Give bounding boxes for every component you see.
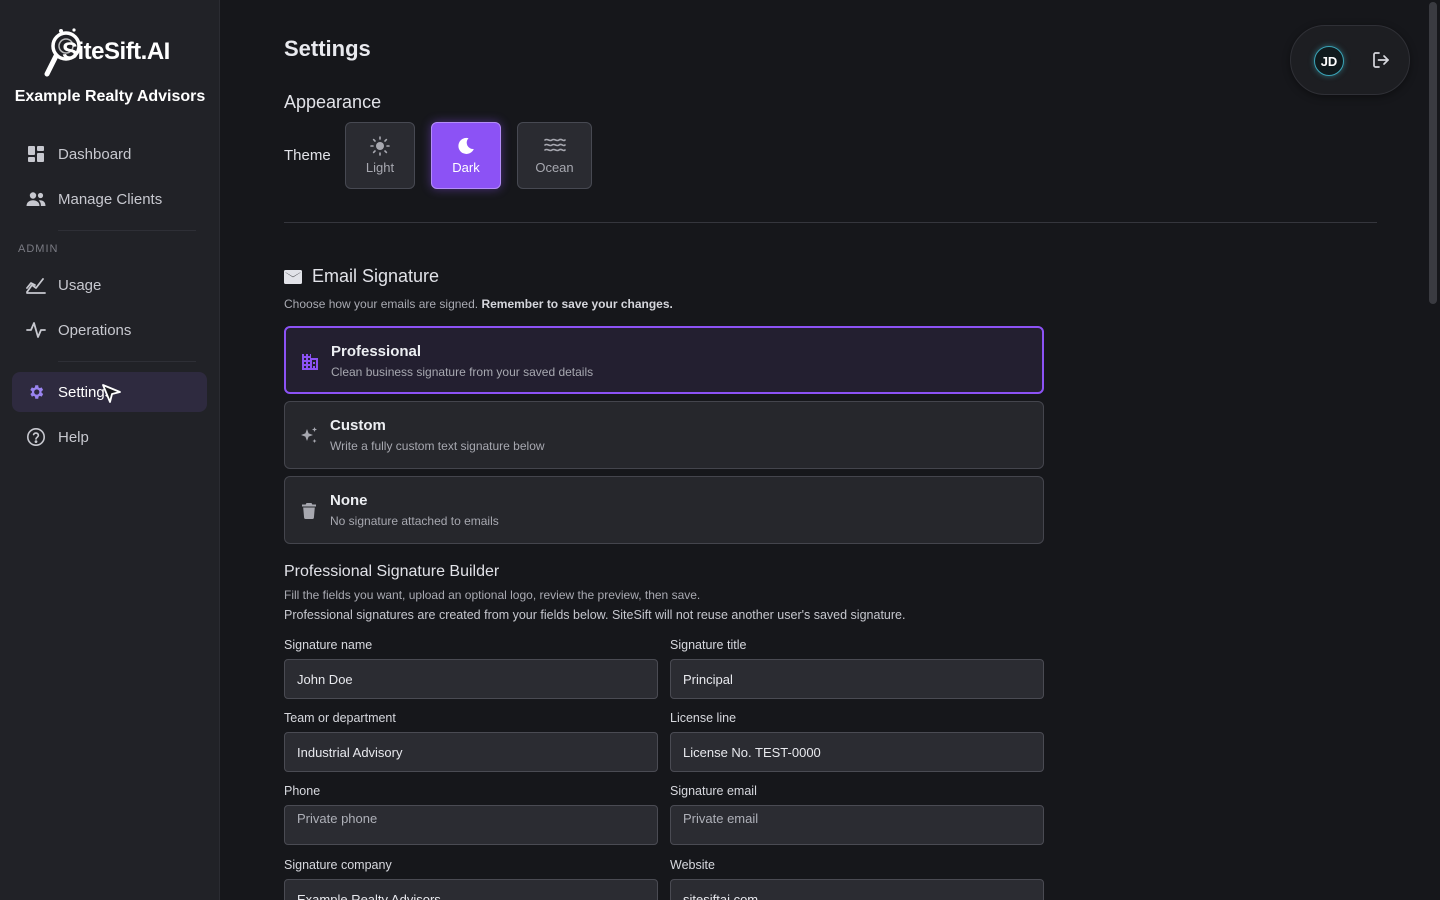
activity-icon	[26, 320, 46, 340]
logo-text: SiteSift.AI	[62, 38, 170, 65]
license-input[interactable]	[670, 732, 1044, 772]
signature-option-professional[interactable]: Professional Clean business signature fr…	[284, 326, 1044, 394]
team-label: Team or department	[284, 711, 396, 725]
people-icon	[26, 189, 46, 209]
team-input[interactable]	[284, 732, 658, 772]
sidebar-item-usage[interactable]: Usage	[12, 265, 207, 305]
gear-icon	[26, 382, 46, 402]
organization-name: Example Realty Advisors	[14, 88, 206, 105]
trash-icon	[299, 501, 319, 521]
sidebar-item-label: Manage Clients	[58, 190, 163, 208]
signature-name-label: Signature name	[284, 638, 373, 652]
company-input[interactable]	[284, 879, 658, 900]
email-signature-heading: Email Signature	[284, 266, 439, 287]
signature-option-none[interactable]: None No signature attached to emails	[284, 476, 1044, 544]
usage-chart-icon	[26, 275, 46, 295]
theme-light-button[interactable]: Light	[345, 122, 415, 189]
signature-email-label: Signature email	[670, 784, 757, 798]
sidebar-item-manage-clients[interactable]: Manage Clients	[12, 179, 207, 219]
sidebar-item-label: Dashboard	[58, 145, 132, 163]
signature-title-label: Signature title	[670, 638, 747, 652]
option-description: Clean business signature from your saved…	[331, 365, 594, 379]
builder-note: Professional signatures are created from…	[284, 608, 906, 622]
email-signature-title: Email Signature	[312, 266, 440, 286]
dashboard-icon	[26, 144, 46, 164]
sun-icon	[370, 136, 390, 156]
theme-label: Theme	[284, 147, 331, 164]
builder-title: Professional Signature Builder	[284, 563, 500, 580]
mouse-cursor-icon	[102, 384, 121, 403]
theme-light-label: Light	[365, 160, 395, 175]
sidebar-item-label: Usage	[58, 276, 102, 294]
nav-divider	[58, 230, 196, 231]
company-label: Signature company	[284, 858, 392, 872]
logout-icon[interactable]	[1371, 50, 1391, 70]
sidebar: SiteSift.AI Example Realty Advisors Dash…	[0, 0, 220, 900]
sparkles-icon	[299, 426, 319, 446]
signature-name-input[interactable]	[284, 659, 658, 699]
appearance-heading: Appearance	[284, 92, 382, 112]
brand-logo[interactable]: SiteSift.AI	[44, 26, 184, 80]
signature-option-custom[interactable]: Custom Write a fully custom text signatu…	[284, 401, 1044, 469]
help-circle-icon	[26, 427, 46, 447]
signature-title-input[interactable]	[670, 659, 1044, 699]
signature-email-input[interactable]	[670, 805, 1044, 845]
theme-ocean-label: Ocean	[535, 160, 574, 175]
website-label: Website	[670, 858, 715, 872]
email-signature-description: Choose how your emails are signed. Remem…	[284, 297, 673, 311]
sidebar-item-help[interactable]: Help	[12, 417, 207, 457]
option-title: Professional	[331, 343, 422, 360]
theme-ocean-button[interactable]: Ocean	[517, 122, 592, 189]
mail-icon	[284, 269, 302, 284]
option-title: Custom	[330, 417, 386, 434]
option-description: Write a fully custom text signature belo…	[330, 439, 545, 453]
account-menu: JD	[1290, 25, 1410, 95]
license-label: License line	[670, 711, 737, 725]
phone-label: Phone	[284, 784, 321, 798]
builder-description: Fill the fields you want, upload an opti…	[284, 588, 701, 602]
description-text: Choose how your emails are signed.	[284, 297, 479, 311]
scrollbar-thumb[interactable]	[1429, 2, 1437, 304]
nav-divider	[58, 361, 196, 362]
theme-dark-button[interactable]: Dark	[431, 122, 501, 189]
building-icon	[300, 352, 320, 372]
sidebar-item-operations[interactable]: Operations	[12, 310, 207, 350]
sidebar-item-dashboard[interactable]: Dashboard	[12, 134, 207, 174]
waves-icon	[543, 136, 566, 156]
page-title: Settings	[284, 36, 371, 61]
option-title: None	[330, 492, 368, 509]
page-scrollbar[interactable]	[1426, 0, 1440, 900]
moon-icon	[456, 136, 476, 156]
avatar[interactable]: JD	[1314, 46, 1344, 76]
phone-input[interactable]	[284, 805, 658, 845]
section-divider	[284, 222, 1377, 223]
theme-dark-label: Dark	[452, 160, 480, 175]
sidebar-item-label: Operations	[58, 321, 132, 339]
option-description: No signature attached to emails	[330, 514, 499, 528]
description-emphasis: Remember to save your changes.	[481, 297, 673, 311]
sidebar-item-label: Help	[58, 428, 89, 446]
admin-section-label: ADMIN	[18, 243, 59, 255]
main-content: Settings Appearance Theme Light Dark Oce…	[220, 0, 1426, 900]
website-input[interactable]	[670, 879, 1044, 900]
